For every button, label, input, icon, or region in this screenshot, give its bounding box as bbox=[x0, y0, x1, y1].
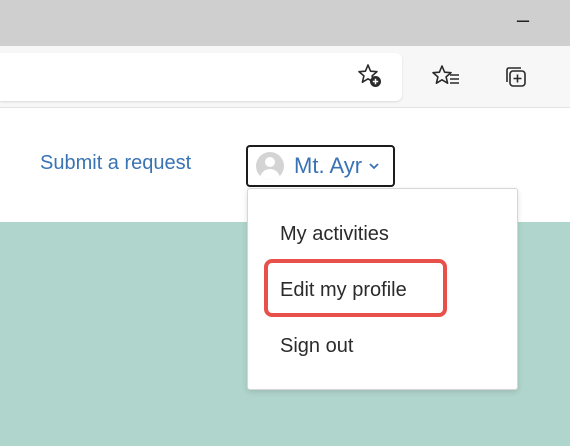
minimize-button[interactable]: – bbox=[511, 8, 535, 32]
favorite-add-icon[interactable] bbox=[354, 60, 386, 92]
menu-item-my-activities[interactable]: My activities bbox=[280, 223, 389, 246]
user-menu-button[interactable]: Mt. Ayr bbox=[246, 145, 395, 187]
favorites-icon[interactable] bbox=[430, 61, 462, 93]
chevron-down-icon bbox=[368, 161, 380, 171]
address-bar[interactable] bbox=[0, 53, 402, 101]
avatar bbox=[256, 152, 284, 180]
browser-toolbar bbox=[0, 46, 570, 108]
highlight-box bbox=[264, 259, 447, 317]
menu-item-sign-out[interactable]: Sign out bbox=[280, 335, 353, 358]
browser-title-bar: – bbox=[0, 0, 570, 46]
submit-request-link[interactable]: Submit a request bbox=[40, 152, 191, 175]
collections-icon[interactable] bbox=[500, 61, 532, 93]
user-name: Mt. Ayr bbox=[294, 153, 363, 178]
